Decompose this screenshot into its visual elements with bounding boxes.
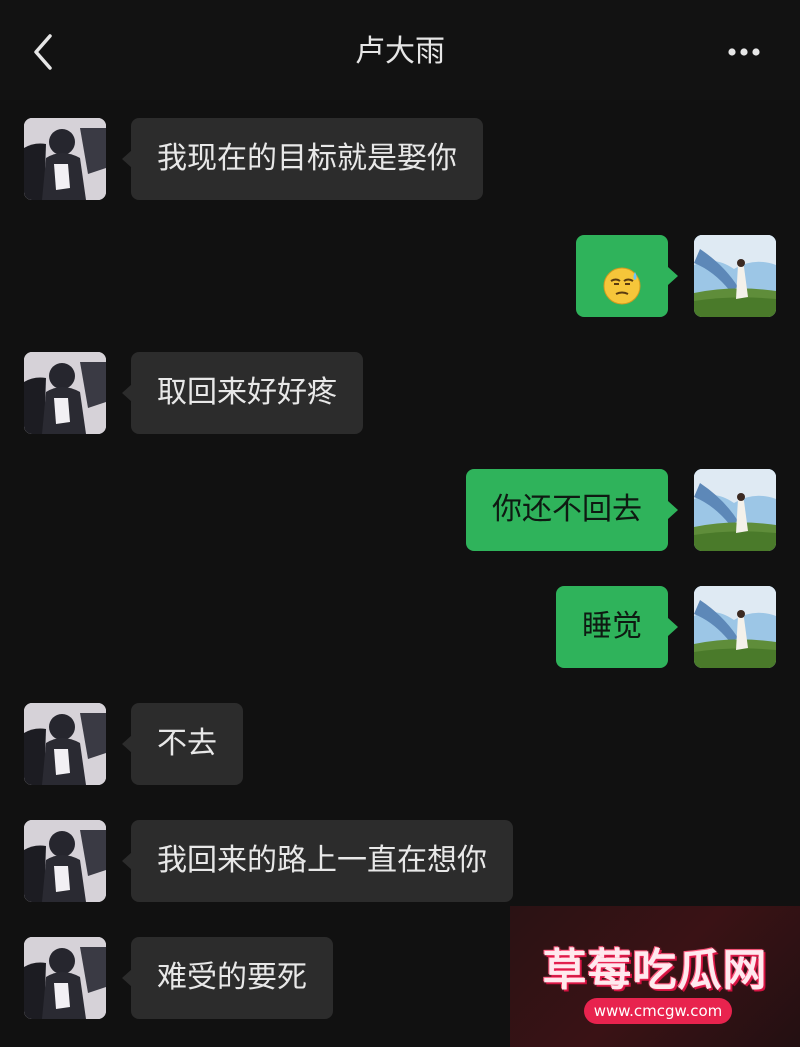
message-bubble-incoming[interactable]: 我回来的路上一直在想你 (122, 820, 513, 902)
message-bubble-incoming[interactable]: 我现在的目标就是娶你 (122, 118, 483, 200)
site-watermark: 草莓吃瓜网 www.cmcgw.com (510, 906, 800, 1047)
message-row: 取回来好好疼 (0, 352, 800, 436)
more-dots-icon (728, 48, 760, 56)
message-bubble-incoming[interactable]: 难受的要死 (122, 937, 333, 1019)
watermark-title: 草莓吃瓜网 (542, 945, 768, 996)
my-avatar[interactable] (694, 586, 776, 668)
message-bubble-outgoing[interactable]: 睡觉 (556, 586, 678, 668)
message-row: 我回来的路上一直在想你 (0, 820, 800, 904)
contact-avatar[interactable] (24, 352, 106, 434)
contact-avatar[interactable] (24, 937, 106, 1019)
contact-avatar[interactable] (24, 703, 106, 785)
my-avatar[interactable] (694, 235, 776, 317)
my-avatar[interactable] (694, 469, 776, 551)
message-row: 睡觉 (0, 586, 800, 670)
message-bubble-incoming[interactable]: 不去 (122, 703, 243, 785)
message-row (0, 235, 800, 319)
sweat-smile-emoji-icon (602, 235, 642, 338)
watermark-url: www.cmcgw.com (584, 998, 732, 1024)
message-bubble-incoming[interactable]: 取回来好好疼 (122, 352, 363, 434)
message-bubble-outgoing[interactable] (576, 235, 678, 317)
message-row: 你还不回去 (0, 469, 800, 553)
message-row: 不去 (0, 703, 800, 787)
message-row: 我现在的目标就是娶你 (0, 118, 800, 202)
chat-header: 卢大雨 (0, 0, 800, 100)
contact-avatar[interactable] (24, 820, 106, 902)
contact-avatar[interactable] (24, 118, 106, 200)
more-button[interactable] (722, 36, 770, 68)
chat-title: 卢大雨 (355, 34, 445, 69)
message-bubble-outgoing[interactable]: 你还不回去 (466, 469, 678, 551)
